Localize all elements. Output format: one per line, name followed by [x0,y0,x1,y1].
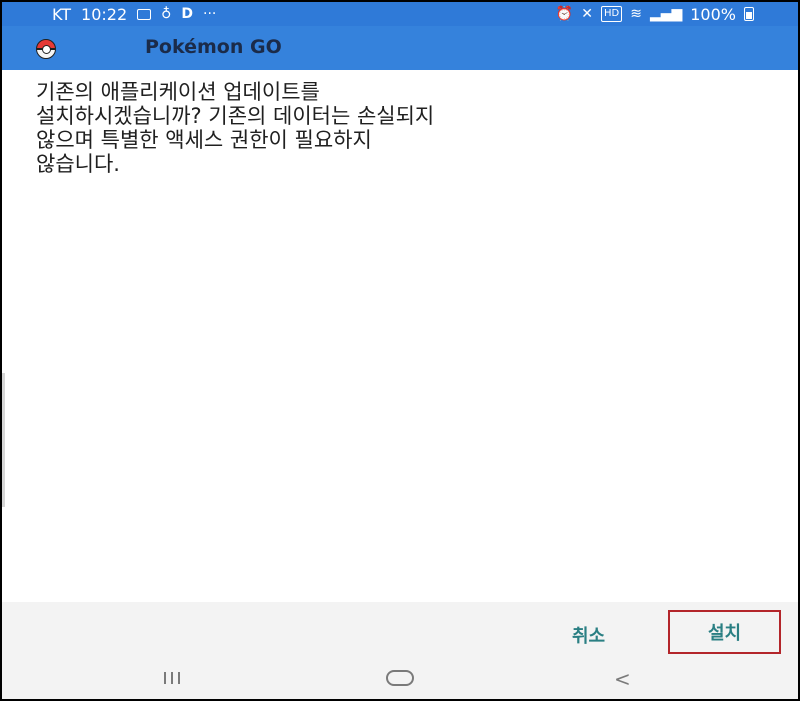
more-icon: ··· [203,6,217,22]
signal-icon: ▂▄▆ [649,6,683,22]
app-bar: Pokémon GO [2,26,798,70]
scroll-indicator[interactable] [2,373,5,507]
d-app-icon: D [181,6,194,22]
navigation-bar: < [2,660,798,699]
mute-icon: ✕ [581,6,593,22]
install-button-label: 설치 [707,623,742,644]
dialog-content: 기존의 애플리케이션 업데이트를 설치하시겠습니까? 기존의 데이터는 손실되지… [2,70,798,660]
time-label: 10:22 [81,4,128,24]
status-right: ⏰ ✕ HD ≋ ▂▄▆ 100% [556,3,754,25]
install-message: 기존의 애플리케이션 업데이트를 설치하시겠습니까? 기존의 데이터는 손실되지… [36,80,435,176]
gallery-icon [137,8,152,20]
status-bar: KT 10:22 ♁ D ··· ⏰ ✕ HD ≋ ▂▄▆ 100% [2,2,798,26]
phone-screen: KT 10:22 ♁ D ··· ⏰ ✕ HD ≋ ▂▄▆ 100% Pokém… [0,0,800,701]
recents-icon[interactable] [164,672,180,684]
back-icon[interactable]: < [614,667,631,691]
carrier-label: KT [52,4,72,24]
install-button[interactable]: 설치 [668,610,781,654]
status-left: KT 10:22 ♁ D ··· [52,3,216,25]
dialog-actions: 취소 설치 [2,602,798,660]
voice-icon: ♁ [161,6,172,22]
wifi-icon: ≋ [630,6,642,22]
alarm-icon: ⏰ [555,6,574,22]
pokeball-icon [36,39,56,59]
hd-icon: HD [600,6,623,22]
home-icon[interactable] [386,670,414,686]
battery-label: 100% [690,4,736,24]
cancel-button[interactable]: 취소 [572,622,605,648]
app-title: Pokémon GO [145,36,282,58]
battery-icon [744,7,754,21]
